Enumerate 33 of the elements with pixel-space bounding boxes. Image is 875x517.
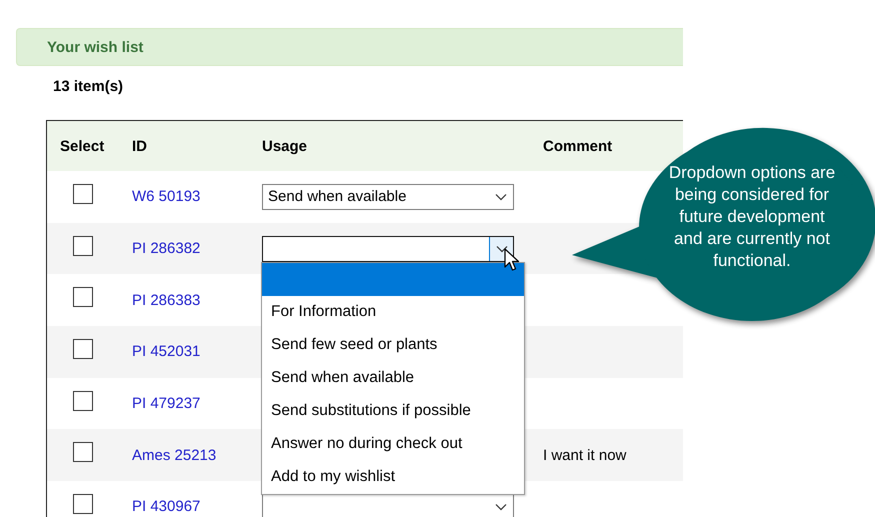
usage-select[interactable]: [262, 236, 514, 262]
checkbox[interactable]: [73, 390, 93, 411]
dropdown-option[interactable]: Send few seed or plants: [262, 328, 524, 362]
usage-select[interactable]: Send when available: [262, 184, 514, 210]
checkbox[interactable]: [73, 442, 93, 462]
column-header: Comment: [543, 138, 612, 154]
checkbox[interactable]: [73, 236, 93, 256]
accession-link[interactable]: PI 452031: [132, 343, 200, 360]
accession-link[interactable]: Ames 25213: [132, 446, 216, 464]
checkbox[interactable]: [73, 338, 93, 359]
checkbox[interactable]: [73, 494, 93, 514]
checkbox[interactable]: [73, 184, 93, 204]
chevron-down-icon: [495, 502, 507, 511]
panel-title: Your wish list: [47, 38, 144, 56]
chevron-down-icon: [496, 244, 508, 253]
dropdown-option[interactable]: For Information: [262, 296, 524, 329]
dropdown-option[interactable]: Send when available: [262, 362, 524, 395]
column-header: ID: [132, 138, 147, 154]
accession-link[interactable]: PI 286383: [132, 292, 200, 309]
column-header: Usage: [262, 138, 308, 154]
comment-text: I want it now: [543, 446, 626, 464]
column-header: Select: [60, 138, 104, 154]
callout-text: Dropdown options are being considered for future development and are currently not functional.: [668, 162, 836, 272]
dropdown-option[interactable]: Answer no during check out: [262, 428, 524, 461]
accession-link[interactable]: W6 50193: [132, 188, 200, 206]
chevron-down-icon: [495, 192, 507, 201]
item-count: 13 item(s): [53, 78, 124, 95]
accession-link[interactable]: PI 430967: [132, 498, 200, 516]
checkbox[interactable]: [73, 287, 93, 308]
dropdown-option[interactable]: Send substitutions if possible: [262, 394, 524, 428]
accession-link[interactable]: PI 286382: [132, 240, 200, 258]
dropdown-option[interactable]: Add to my wishlist: [262, 460, 524, 494]
accession-link[interactable]: PI 479237: [132, 395, 200, 412]
